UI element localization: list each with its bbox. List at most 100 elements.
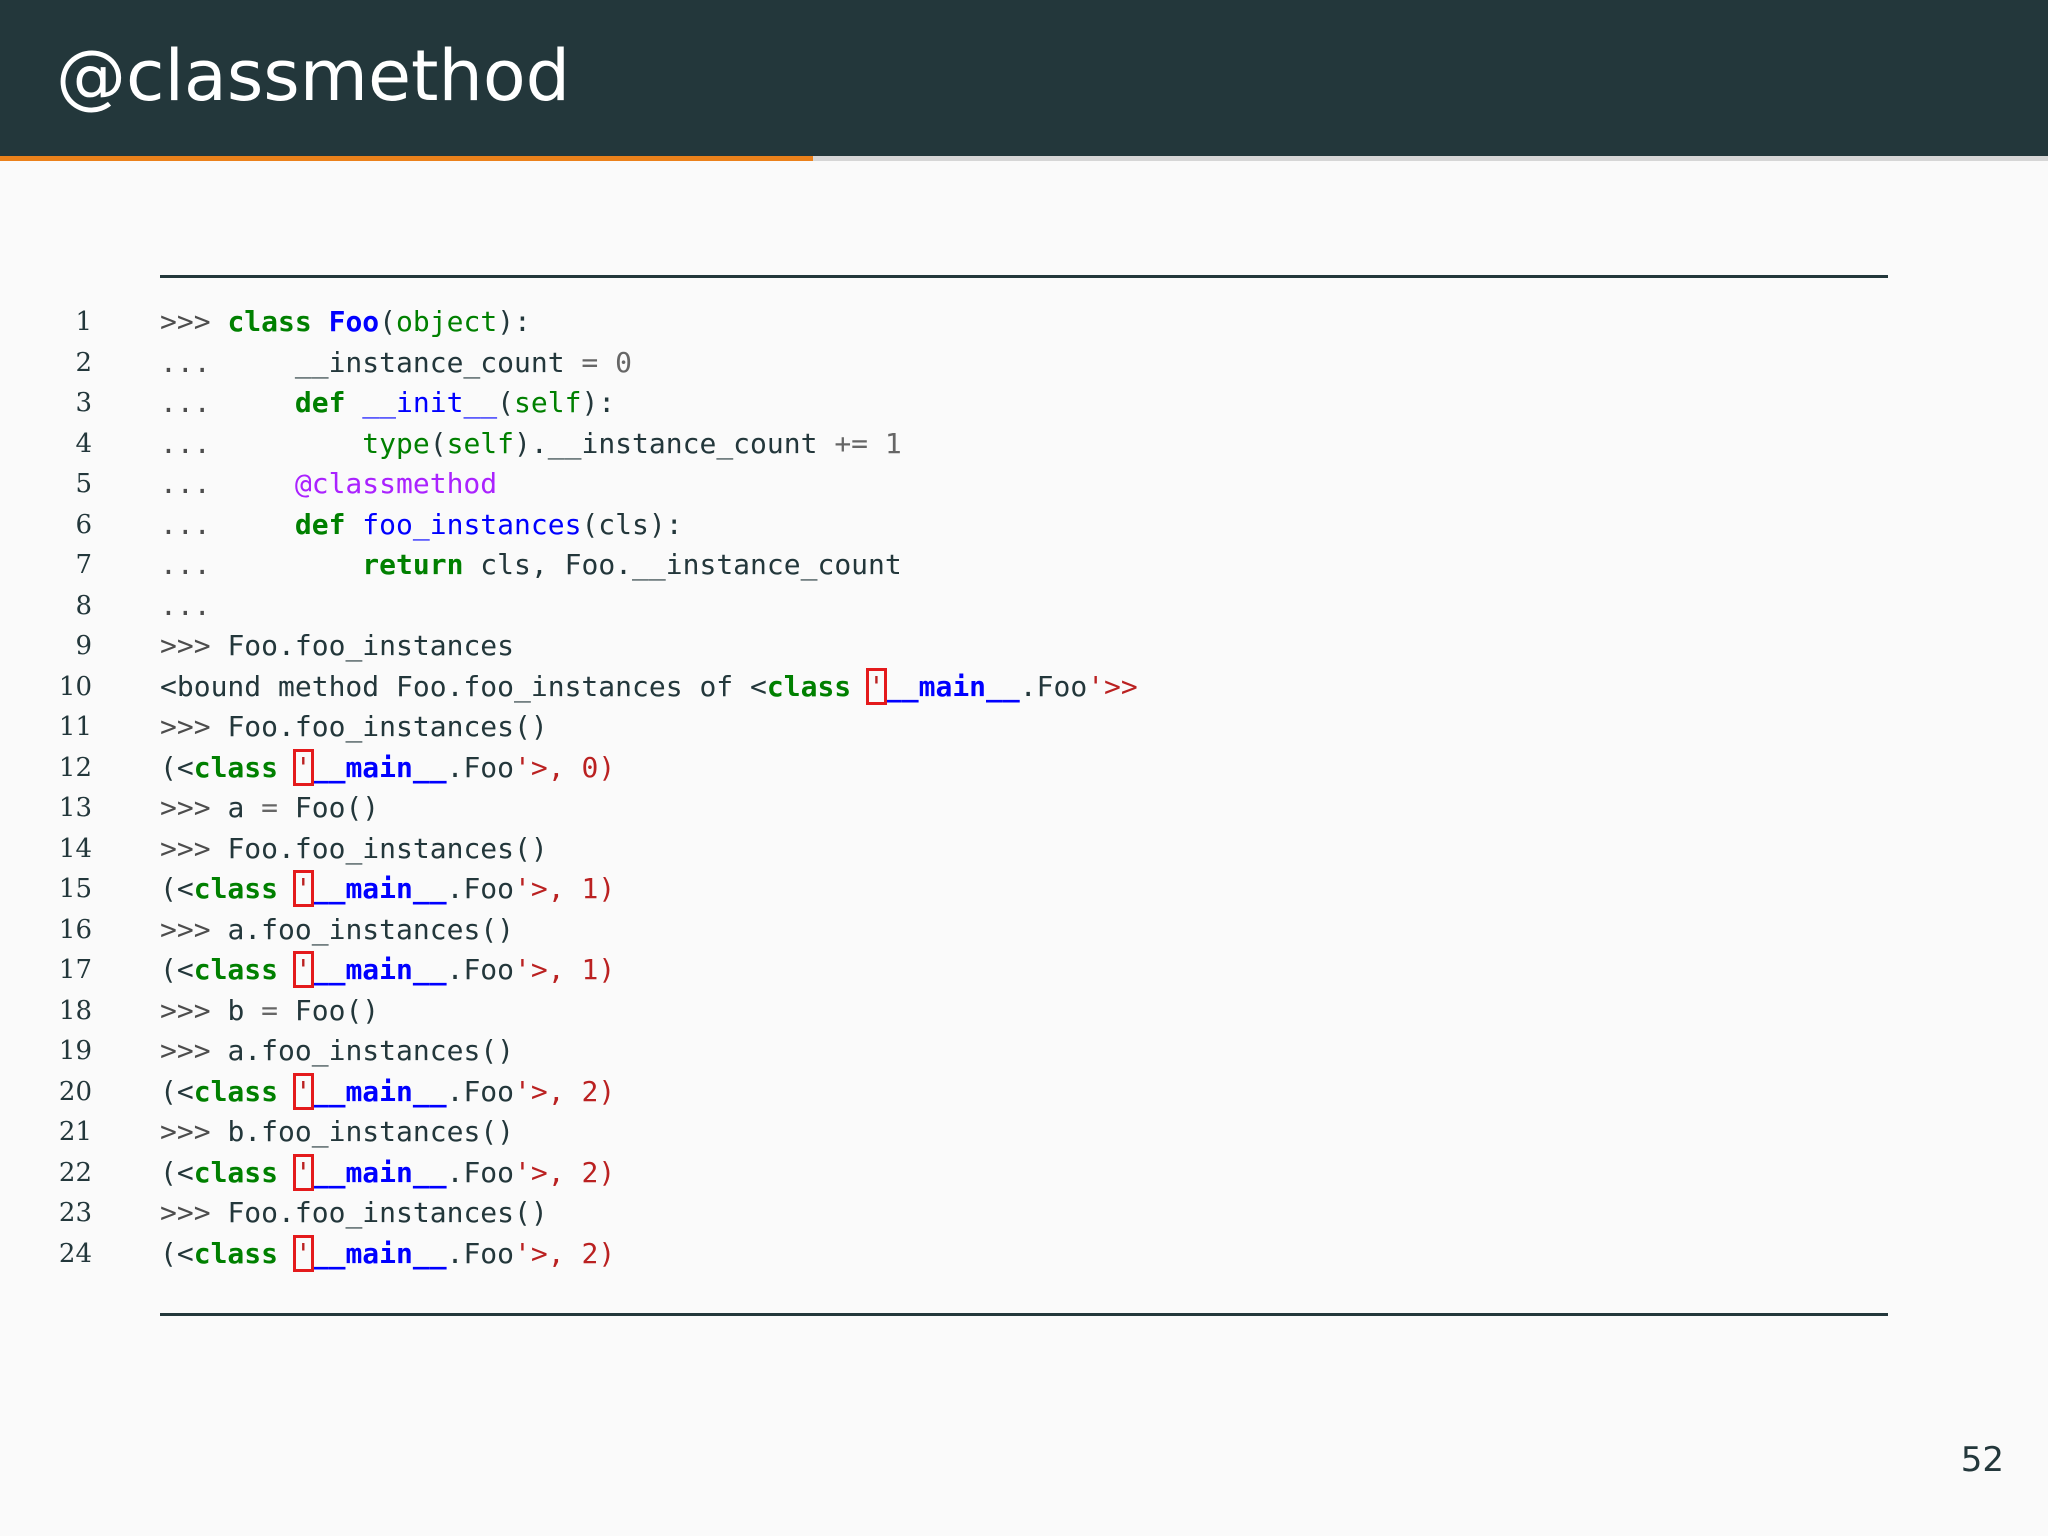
code-text: >>> b = Foo() [160, 991, 379, 1032]
line-number: 9 [75, 631, 92, 661]
code-token: a.foo_instances() [227, 1034, 515, 1067]
code-token: .Foo [446, 872, 515, 905]
code-text: ... def foo_instances(cls): [160, 505, 683, 546]
code-token: class [193, 1074, 279, 1108]
code-token: def [294, 507, 346, 541]
code-token: .Foo [1019, 669, 1088, 703]
line-number: 18 [58, 995, 92, 1026]
error-highlight: ' [292, 951, 314, 988]
line-number: 14 [58, 833, 92, 864]
code-token: __main__ [311, 1074, 447, 1108]
code-token: ): [581, 386, 616, 419]
code-token: >>> [160, 1196, 228, 1229]
code-token: ... [160, 345, 295, 379]
line-number: 11 [58, 712, 92, 742]
code-text: (<class '__main__.Foo'>, 1) [160, 869, 615, 910]
code-line: 1 >>> class Foo(object): [0, 302, 2048, 343]
code-line: 14 >>> Foo.foo_instances() [0, 829, 2048, 870]
code-token: ... [160, 548, 363, 581]
code-line: 9 >>> Foo.foo_instances [0, 626, 2048, 667]
code-token: .Foo [446, 750, 515, 784]
code-token: ( [379, 305, 397, 338]
code-token: >>> [160, 1115, 228, 1148]
code-token: __main__ [311, 1236, 447, 1270]
code-token: Foo.foo_instances [227, 629, 515, 662]
line-number: 6 [75, 509, 92, 540]
code-token: class [193, 953, 279, 986]
code-token: '>, 2) [514, 1074, 616, 1108]
code-token: a.foo_instances() [227, 912, 515, 946]
error-highlight: ' [292, 1153, 314, 1191]
code-token: class [193, 1236, 279, 1270]
code-token: return [362, 548, 464, 581]
line-number: 23 [58, 1198, 92, 1228]
code-token: '>, 1) [514, 872, 616, 905]
code-token: '>> [1087, 669, 1138, 703]
code-token: class [227, 305, 312, 338]
code-token: >>> [160, 791, 228, 824]
code-line: 19 >>> a.foo_instances() [0, 1031, 2048, 1072]
code-token: object [396, 305, 498, 338]
code-token: '>, 2) [514, 1155, 616, 1189]
code-text: >>> b.foo_instances() [160, 1112, 514, 1153]
line-number: 20 [58, 1076, 92, 1107]
code-token: ... [160, 386, 295, 419]
code-line: 23 >>> Foo.foo_instances() [0, 1193, 2048, 1234]
line-number: 4 [75, 428, 92, 459]
code-line: 12 (<class '__main__.Foo'>, 0) [0, 748, 2048, 789]
code-text: >>> Foo.foo_instances() [160, 829, 548, 870]
code-token: >>> [160, 993, 228, 1027]
progress-bar-fill [0, 156, 814, 161]
code-token: b [227, 993, 245, 1027]
code-line: 21 >>> b.foo_instances() [0, 1112, 2048, 1153]
line-number: 7 [75, 550, 92, 580]
code-token: class [193, 872, 279, 905]
code-token: >>> [160, 629, 228, 662]
line-number: 16 [58, 914, 92, 945]
code-line: 16 >>> a.foo_instances() [0, 910, 2048, 951]
line-number: 10 [58, 671, 92, 702]
error-highlight: ' [292, 1234, 314, 1272]
code-token: __instance_count [294, 345, 565, 379]
code-token: __main__ [884, 669, 1020, 703]
code-token: class [193, 1155, 279, 1189]
code-line: 6 ... def foo_instances(cls): [0, 505, 2048, 546]
code-text: >>> a.foo_instances() [160, 910, 514, 951]
code-listing: 1 >>> class Foo(object): 2... __instance_c… [0, 302, 2048, 1274]
code-text: (<class '__main__.Foo'>, 2) [160, 1072, 615, 1113]
code-token: ... [160, 507, 295, 541]
code-line: 3... def __init__(self): [0, 383, 2048, 424]
code-token: Foo [328, 305, 380, 338]
code-token: .Foo [446, 1074, 515, 1108]
code-line: 10 <bound method Foo.foo_instances of <cl… [0, 667, 2048, 708]
page-number: 52 [1960, 1440, 2004, 1480]
code-token: Foo.foo_instances() [227, 1196, 548, 1229]
code-line: 5... @classmethod [0, 464, 2048, 505]
code-text: ... type(self).__instance_count += 1 [160, 424, 902, 465]
code-token: class [193, 750, 279, 784]
code-text: >>> a = Foo() [160, 788, 379, 829]
code-token: 1 [884, 426, 902, 460]
code-bottom-rule [160, 1313, 1888, 1316]
code-line: 11 >>> Foo.foo_instances() [0, 707, 2048, 748]
code-token: = [244, 791, 295, 824]
error-highlight: ' [866, 667, 887, 705]
code-token: (< [160, 953, 194, 986]
code-token: self [514, 386, 582, 419]
code-token: 0 [615, 345, 633, 379]
line-number: 13 [58, 793, 92, 823]
code-line: 4 ... type(self).__instance_count += 1 [0, 424, 2048, 465]
code-token: >>> [160, 710, 228, 743]
slide-header: @classmethod [0, 0, 2048, 156]
error-highlight: ' [292, 870, 314, 907]
code-token: = [564, 345, 616, 379]
code-line: 8... [0, 586, 2048, 627]
code-token: (< [160, 750, 194, 784]
code-token: '>, 2) [514, 1236, 616, 1270]
code-token: ).__instance_count [514, 426, 818, 460]
code-token: ): [497, 305, 531, 338]
